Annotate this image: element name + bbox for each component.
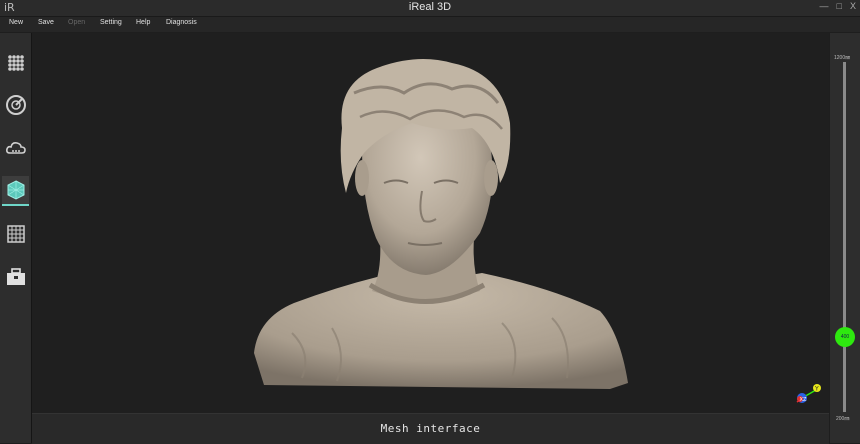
mesh-bust-model (254, 59, 628, 389)
title-bar: iR iReal 3D — □ X (0, 0, 860, 17)
scan-mode-button[interactable] (2, 49, 29, 77)
maximize-button[interactable]: □ (837, 1, 842, 11)
toolbox-icon (6, 268, 25, 285)
grid-dots-icon (7, 55, 24, 71)
texture-button[interactable] (2, 220, 29, 248)
tools-button[interactable] (2, 263, 29, 291)
point-cloud-button[interactable] (2, 134, 29, 162)
cloud-icon (5, 142, 26, 154)
menu-help[interactable]: Help (136, 19, 150, 26)
axis-gizmo: Y X Z (796, 384, 821, 403)
scan-button[interactable] (2, 91, 29, 119)
minimize-button[interactable]: — (820, 1, 829, 11)
menu-setting[interactable]: Setting (100, 19, 122, 26)
slider-min-label: 200㎜ (836, 416, 850, 422)
window-title: iReal 3D (408, 1, 452, 13)
slider-value: 400 (840, 334, 850, 340)
y-axis-label: Y (814, 386, 819, 393)
distance-slider-track[interactable] (843, 62, 846, 412)
slider-max-label: 1200㎜ (834, 55, 851, 61)
menu-diagnosis[interactable]: Diagnosis (166, 19, 197, 26)
mesh-button[interactable] (2, 176, 29, 206)
left-toolbar (0, 33, 32, 443)
menu-new[interactable]: New (9, 19, 23, 26)
close-button[interactable]: X (850, 1, 856, 11)
menu-bar: New Save Open Setting Help Diagnosis (0, 17, 860, 32)
grid-frame-icon (6, 225, 25, 243)
menu-save[interactable]: Save (38, 19, 54, 26)
3d-viewport[interactable] (32, 33, 829, 413)
mesh-cube-icon (7, 180, 24, 200)
distance-slider-thumb[interactable]: 400 (835, 327, 855, 347)
menu-open[interactable]: Open (68, 19, 85, 26)
status-text: Mesh interface (380, 422, 481, 435)
status-bar: Mesh interface (32, 413, 829, 444)
z-axis-label: Z (803, 397, 807, 403)
window-controls: — □ X (820, 1, 856, 11)
radar-scan-icon (5, 95, 26, 115)
